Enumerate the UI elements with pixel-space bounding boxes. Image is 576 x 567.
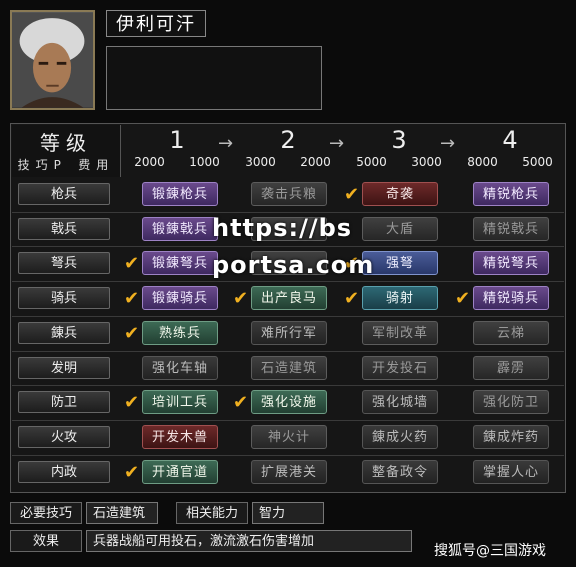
character-portrait	[10, 10, 95, 110]
required-skill-label: 必要技巧	[10, 502, 82, 524]
row-label: 弩兵	[18, 252, 110, 274]
skill-button[interactable]: 出产良马	[251, 286, 327, 310]
skill-button[interactable]: 开发木兽	[142, 425, 218, 449]
related-ability-label: 相关能力	[176, 502, 248, 524]
tier-3-tp: 5000	[356, 155, 387, 169]
skill-button[interactable]: 精锐弩兵	[473, 251, 549, 275]
learned-check-icon: ✔	[124, 392, 140, 413]
learned-check-icon: ✔	[344, 288, 360, 309]
tier-4-cost: 5000	[522, 155, 553, 169]
learned-check-icon: ✔	[124, 462, 140, 483]
row-label: 戟兵	[18, 218, 110, 240]
skill-button[interactable]: 锻錬弩兵	[142, 251, 218, 275]
skill-button[interactable]: 强化设施	[251, 390, 327, 414]
skill-button[interactable]: 强化防卫	[473, 390, 549, 414]
row-label: 骑兵	[18, 287, 110, 309]
skill-button[interactable]: 难所行军	[251, 321, 327, 345]
row-separator	[12, 455, 564, 456]
tier-3-cost: 3000	[411, 155, 442, 169]
required-skill-value: 石造建筑	[86, 502, 158, 524]
tier-2-level: 2	[280, 126, 296, 154]
watermark-line-2: portsa.com	[212, 251, 375, 279]
learned-check-icon: ✔	[455, 288, 471, 309]
tier-1-header: 1 2000 1000	[122, 125, 232, 177]
skill-button[interactable]: 强化城墙	[362, 390, 438, 414]
skill-button[interactable]: 掌握人心	[473, 460, 549, 484]
row-separator	[12, 281, 564, 282]
tier-4-level: 4	[502, 126, 518, 154]
tier-1-level: 1	[169, 126, 185, 154]
skill-button[interactable]: 石造建筑	[251, 356, 327, 380]
tier-4-tp: 8000	[467, 155, 498, 169]
tier-1-cost: 1000	[189, 155, 220, 169]
row-separator	[12, 351, 564, 352]
tier-2-cost: 2000	[300, 155, 331, 169]
tp-header: 技巧P	[17, 158, 67, 172]
skill-button[interactable]: 开通官道	[142, 460, 218, 484]
skill-button[interactable]: 精锐戟兵	[473, 217, 549, 241]
skill-button[interactable]: 霹雳	[473, 356, 549, 380]
row-label: 防卫	[18, 391, 110, 413]
row-label: 錬兵	[18, 322, 110, 344]
skill-button[interactable]: 精锐枪兵	[473, 182, 549, 206]
character-name: 伊利可汗	[106, 10, 206, 37]
skill-button[interactable]: 神火计	[251, 425, 327, 449]
learned-check-icon: ✔	[124, 288, 140, 309]
row-label: 火攻	[18, 426, 110, 448]
skill-button[interactable]: 大盾	[362, 217, 438, 241]
learned-check-icon: ✔	[344, 184, 360, 205]
learned-check-icon: ✔	[233, 392, 249, 413]
row-separator	[12, 246, 564, 247]
effect-label: 效果	[10, 530, 82, 552]
skill-button[interactable]: 熟练兵	[142, 321, 218, 345]
watermark-line-1: https://bs	[212, 214, 353, 242]
skill-button[interactable]: 强化车轴	[142, 356, 218, 380]
description-panel	[106, 46, 322, 110]
learned-check-icon: ✔	[124, 253, 140, 274]
skill-button[interactable]: 军制改革	[362, 321, 438, 345]
skill-button[interactable]: 精锐骑兵	[473, 286, 549, 310]
level-header: 等级 技巧P 费用	[12, 127, 120, 173]
skill-button[interactable]: 锻錬骑兵	[142, 286, 218, 310]
row-separator	[12, 212, 564, 213]
arrow-icon: →	[329, 133, 345, 154]
level-title: 等级	[40, 131, 92, 155]
tier-3-level: 3	[391, 126, 407, 154]
skill-button[interactable]: 錬成火药	[362, 425, 438, 449]
skill-button[interactable]: 云梯	[473, 321, 549, 345]
row-label: 枪兵	[18, 183, 110, 205]
skill-button[interactable]: 奇袭	[362, 182, 438, 206]
skill-button[interactable]: 开发投石	[362, 356, 438, 380]
learned-check-icon: ✔	[124, 323, 140, 344]
arrow-icon: →	[218, 133, 234, 154]
skill-button[interactable]: 整备政令	[362, 460, 438, 484]
effect-value: 兵器战船可用投石，激流激石伤害增加	[86, 530, 412, 552]
skill-button[interactable]: 袭击兵粮	[251, 182, 327, 206]
row-label: 内政	[18, 461, 110, 483]
portrait-image	[12, 12, 93, 108]
tier-2-header: 2 3000 2000	[233, 125, 343, 177]
row-separator	[12, 316, 564, 317]
tier-3-header: 3 5000 3000	[344, 125, 454, 177]
skill-button[interactable]: 锻錬戟兵	[142, 217, 218, 241]
skill-button[interactable]: 骑射	[362, 286, 438, 310]
row-separator	[12, 420, 564, 421]
tier-1-tp: 2000	[134, 155, 165, 169]
skill-button[interactable]: 錬成炸药	[473, 425, 549, 449]
skill-button[interactable]: 扩展港关	[251, 460, 327, 484]
row-label: 发明	[18, 357, 110, 379]
row-separator	[12, 385, 564, 386]
skill-button[interactable]: 培训工兵	[142, 390, 218, 414]
arrow-icon: →	[440, 133, 456, 154]
tier-2-tp: 3000	[245, 155, 276, 169]
header-sub: 技巧P 费用	[12, 156, 120, 173]
cost-header: 费用	[78, 158, 115, 172]
tier-4-header: 4 8000 5000	[455, 125, 565, 177]
learned-check-icon: ✔	[233, 288, 249, 309]
skill-button[interactable]: 锻錬枪兵	[142, 182, 218, 206]
source-caption: 搜狐号@三国游戏	[434, 543, 546, 559]
related-ability-value: 智力	[252, 502, 324, 524]
